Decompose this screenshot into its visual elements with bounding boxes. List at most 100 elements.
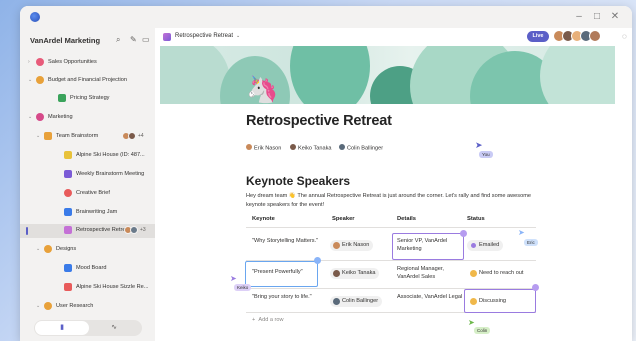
title-bar: – □ ✕ xyxy=(20,6,632,28)
sidebar-view-switcher: ▮ ∿ xyxy=(34,320,142,336)
chevron-down-icon[interactable]: ⌄ xyxy=(236,33,240,39)
pin-icon xyxy=(36,113,44,121)
author-chip[interactable]: Erik Nason xyxy=(246,144,281,151)
selection-handle[interactable] xyxy=(532,284,539,291)
add-row-button[interactable]: + Add a row xyxy=(252,317,284,323)
chevron-down-icon[interactable]: ⌄ xyxy=(36,246,40,252)
sidebar-item-weekly-brainstorm[interactable]: Weekly Brainstorm Meeting xyxy=(20,168,155,182)
comment-icon[interactable]: ◌ xyxy=(622,32,627,41)
unicorn-icon xyxy=(64,226,72,234)
minimize-button[interactable]: – xyxy=(572,10,586,24)
chevron-down-icon[interactable]: ⌄ xyxy=(28,114,32,120)
sidebar-item-alpine-ski-house[interactable]: Alpine Ski House (ID: 487... xyxy=(20,149,155,163)
calendar-icon xyxy=(64,170,72,178)
avatar[interactable] xyxy=(589,30,601,42)
pencil-icon xyxy=(64,208,72,216)
person-chip[interactable]: Colin Ballinger xyxy=(330,296,383,307)
sidebar-item-label: Marketing xyxy=(48,114,73,120)
sidebar-item-user-research[interactable]: ⌄ User Research xyxy=(20,300,155,314)
new-page-icon[interactable]: ✎ xyxy=(130,35,137,44)
table-cell[interactable]: Associate, VanArdel Legal xyxy=(397,293,467,301)
selection-handle[interactable] xyxy=(314,257,321,264)
sidebar-item-designs[interactable]: ⌄ Designs xyxy=(20,243,155,257)
collaborator-count: +3 xyxy=(140,227,146,233)
cursor-arrow-icon: ➤ xyxy=(230,274,237,283)
sidebar-item-mood-board[interactable]: Mood Board xyxy=(20,262,155,276)
column-header[interactable]: Keynote xyxy=(252,216,275,222)
table-cell[interactable]: "Why Storytelling Matters." xyxy=(252,237,322,245)
video-icon xyxy=(64,283,72,291)
collapse-sidebar-icon[interactable]: ▭ xyxy=(142,35,150,44)
money-bag-icon xyxy=(36,76,44,84)
activity-icon[interactable]: ∿ xyxy=(87,321,141,335)
heart-icon xyxy=(36,58,44,66)
selection-handle[interactable] xyxy=(460,230,467,237)
sidebar-item-label: User Research xyxy=(56,303,94,309)
sidebar-item-label: Designs xyxy=(56,246,77,252)
section-heading[interactable]: Keynote Speakers xyxy=(246,174,350,188)
status-badge[interactable]: Need to reach out xyxy=(467,268,528,279)
main-content: Retrospective Retreat ⌄ Live ◌ xyxy=(155,28,632,341)
author-chip[interactable]: Colin Ballinger xyxy=(339,144,383,151)
sidebar-item-label: Pricing Strategy xyxy=(70,95,110,101)
search-icon[interactable]: ⌕ xyxy=(116,35,120,45)
column-header[interactable]: Details xyxy=(397,216,416,222)
top-bar: Retrospective Retreat ⌄ Live ◌ xyxy=(155,28,632,46)
sidebar-item-sales-opportunities[interactable]: › Sales Opportunities xyxy=(20,56,155,70)
sidebar-item-label: Creative Brief xyxy=(76,190,110,196)
sidebar-item-retrospective-retreat[interactable]: Retrospective Retre... +3 xyxy=(20,224,155,238)
avatar xyxy=(130,226,138,234)
sidebar-item-alpine-sizzle[interactable]: Alpine Ski House Sizzle Re... xyxy=(20,281,155,295)
close-button[interactable]: ✕ xyxy=(608,10,622,24)
sidebar-item-budget[interactable]: ⌄ Budget and Financial Projection xyxy=(20,74,155,88)
cursor-arrow-icon: ➤ xyxy=(468,318,475,327)
document-icon[interactable]: ▮ xyxy=(35,321,89,335)
selection-highlight xyxy=(245,261,318,287)
selection-highlight xyxy=(392,233,464,260)
intro-paragraph[interactable]: Hey dream team 👋 The annual Retrospectiv… xyxy=(246,192,546,209)
column-header[interactable]: Status xyxy=(467,216,485,222)
sidebar-item-marketing[interactable]: ⌄ Marketing xyxy=(20,111,155,125)
sidebar-item-label: Alpine Ski House Sizzle Re... xyxy=(76,284,149,290)
sidebar-item-creative-brief[interactable]: Creative Brief xyxy=(20,187,155,201)
sidebar-item-label: Retrospective Retre... xyxy=(76,227,131,233)
chevron-right-icon[interactable]: › xyxy=(28,59,30,65)
status-badge[interactable]: Emailed xyxy=(467,240,504,251)
sidebar-item-label: Budget and Financial Projection xyxy=(48,77,127,83)
palette-icon xyxy=(64,189,72,197)
cursor-arrow-icon: ➤ xyxy=(518,228,525,237)
cursor-arrow-icon: ➤ xyxy=(475,140,483,150)
sidebar: VanArdel Marketing ⌕ ✎ ▭ › Sales Opportu… xyxy=(20,28,155,341)
sidebar-item-label: Brainwriting Jam xyxy=(76,209,118,215)
sidebar-item-label: Team Brainstorm xyxy=(56,133,99,139)
cover-image xyxy=(160,46,615,104)
app-window: – □ ✕ VanArdel Marketing ⌕ ✎ ▭ › Sales O… xyxy=(20,6,632,341)
breadcrumb[interactable]: Retrospective Retreat xyxy=(175,33,233,39)
workspace-title[interactable]: VanArdel Marketing xyxy=(30,36,100,45)
chevron-down-icon[interactable]: ⌄ xyxy=(36,133,40,139)
page-title[interactable]: Retrospective Retreat xyxy=(246,113,392,129)
sidebar-item-brainwriting-jam[interactable]: Brainwriting Jam xyxy=(20,206,155,220)
chevron-down-icon[interactable]: ⌄ xyxy=(28,77,32,83)
selection-highlight xyxy=(464,289,536,313)
sidebar-item-label: Weekly Brainstorm Meeting xyxy=(76,171,145,177)
cursor-label: Eric xyxy=(524,239,538,246)
unicorn-icon xyxy=(163,33,171,41)
unicorn-emoji-icon[interactable]: 🦄 xyxy=(246,74,278,105)
sidebar-item-pricing-strategy[interactable]: Pricing Strategy xyxy=(20,92,155,106)
person-chip[interactable]: Erik Nason xyxy=(330,240,374,251)
author-chip[interactable]: Keiko Tanaka xyxy=(290,144,331,151)
column-header[interactable]: Speaker xyxy=(332,216,355,222)
table-cell[interactable]: Regional Manager, VanArdel Sales xyxy=(397,265,467,281)
sidebar-item-label: Sales Opportunities xyxy=(48,59,97,65)
sidebar-item-team-brainstorm[interactable]: ⌄ Team Brainstorm +4 xyxy=(20,130,155,144)
chevron-down-icon[interactable]: ⌄ xyxy=(36,303,40,309)
pencil-icon xyxy=(64,264,72,272)
person-chip[interactable]: Keiko Tanaka xyxy=(330,268,380,279)
sidebar-item-label: Alpine Ski House (ID: 487... xyxy=(76,152,145,158)
maximize-button[interactable]: □ xyxy=(590,10,604,24)
live-button[interactable]: Live xyxy=(527,31,549,42)
table-cell[interactable]: "Bring your story to life." xyxy=(252,293,322,301)
avatar xyxy=(128,132,136,140)
cursor-label: You xyxy=(479,151,493,158)
